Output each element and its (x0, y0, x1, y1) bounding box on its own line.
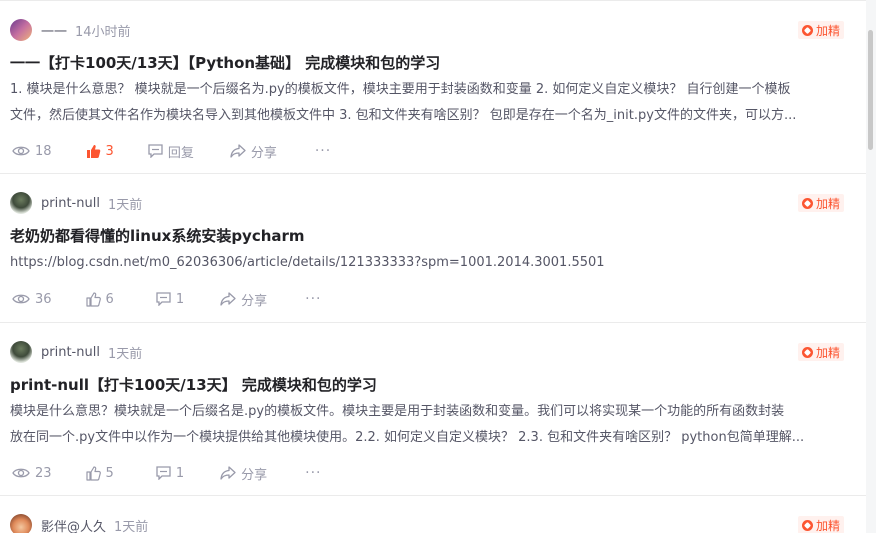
post-actions: 18 3 回复 分享 ··· (12, 141, 331, 161)
featured-icon (801, 519, 813, 531)
view-count: 36 (12, 292, 52, 307)
avatar[interactable] (10, 19, 32, 41)
post-item: print-null 1天前 加精 老奶奶都看得懂的linux系统安装pycha… (0, 174, 866, 323)
post-excerpt[interactable]: 模块是什么意思？模块就是一个后缀名是.py的模板文件。模块主要是用于封装函数和变… (10, 399, 856, 451)
featured-label: 加精 (815, 196, 840, 211)
comment-button[interactable]: 1 (156, 292, 184, 307)
view-count-value: 36 (35, 291, 52, 307)
view-count: 23 (12, 466, 52, 481)
share-button[interactable]: 分享 (230, 142, 277, 161)
post-meta: print-null 1天前 加精 (10, 191, 856, 215)
post-title[interactable]: 老奶奶都看得懂的linux系统安装pycharm (10, 225, 305, 247)
comment-count: 1 (175, 465, 185, 481)
like-count: 5 (105, 465, 114, 481)
featured-badge: 加精 (797, 343, 844, 361)
featured-label: 加精 (815, 23, 840, 38)
share-label: 分享 (241, 467, 268, 483)
like-button[interactable]: 5 (85, 465, 114, 481)
post-title[interactable]: print-null【打卡100天/13天】 完成模块和包的学习 (10, 374, 377, 396)
scrollbar[interactable] (868, 30, 873, 150)
view-count: 18 (12, 144, 52, 159)
post-item: print-null 1天前 加精 print-null【打卡100天/13天】… (0, 323, 866, 496)
post-meta: print-null 1天前 加精 (10, 340, 856, 364)
featured-icon (801, 346, 813, 358)
avatar[interactable] (10, 192, 32, 214)
post-meta: 影伴@人久 1天前 加精 (10, 513, 856, 533)
like-button[interactable]: 3 (86, 144, 114, 159)
excerpt-line: https://blog.csdn.net/m0_62036306/articl… (10, 255, 605, 270)
post-feed: 一一 14小时前 加精 一一【打卡100天/13天】【Python基础】 完成模… (0, 0, 866, 533)
excerpt-line: 模块是什么意思？模块就是一个后缀名是.py的模板文件。模块主要是用于封装函数和变… (10, 404, 785, 419)
post-excerpt[interactable]: https://blog.csdn.net/m0_62036306/articl… (10, 250, 856, 276)
like-count: 3 (105, 143, 114, 159)
author-name[interactable]: 一一 (41, 21, 67, 40)
author-name[interactable]: print-null (41, 345, 100, 360)
post-meta: 一一 14小时前 加精 (10, 18, 856, 42)
comment-icon (156, 292, 171, 306)
post-excerpt[interactable]: 1. 模块是什么意思？ 模块就是一个后缀名为.py的模板文件，模块主要用于封装函… (10, 77, 856, 129)
more-button[interactable]: ··· (305, 465, 321, 481)
post-time: 1天前 (107, 197, 143, 213)
avatar[interactable] (10, 341, 32, 363)
post-time: 1天前 (114, 519, 149, 533)
avatar[interactable] (10, 514, 32, 533)
post-item: 影伴@人久 1天前 加精 (0, 496, 866, 533)
featured-badge: 加精 (797, 516, 844, 533)
comment-count: 1 (175, 291, 185, 307)
like-count: 6 (105, 291, 114, 307)
share-button[interactable]: 分享 (220, 290, 267, 309)
thumbs-up-icon (85, 291, 101, 307)
share-icon (230, 144, 246, 158)
post-time: 14小时前 (75, 24, 131, 40)
author-name[interactable]: 影伴@人久 (41, 516, 106, 533)
featured-icon (801, 197, 813, 209)
featured-badge: 加精 (797, 194, 844, 212)
post-time: 1天前 (107, 346, 143, 362)
comment-icon (148, 144, 163, 158)
share-icon (220, 292, 236, 306)
reply-button[interactable]: 回复 (148, 142, 194, 161)
share-label: 分享 (250, 145, 277, 161)
author-name[interactable]: print-null (41, 196, 100, 211)
post-actions: 23 5 1 分享 ··· (12, 463, 321, 483)
eye-icon (12, 294, 30, 304)
view-count-value: 18 (35, 143, 52, 159)
post-actions: 36 6 1 分享 ··· (12, 289, 321, 309)
eye-icon (12, 468, 30, 478)
reply-label: 回复 (167, 145, 194, 161)
post-title[interactable]: 一一【打卡100天/13天】【Python基础】 完成模块和包的学习 (10, 52, 440, 74)
more-button[interactable]: ··· (315, 143, 331, 159)
eye-icon (12, 146, 30, 156)
share-label: 分享 (241, 293, 268, 309)
view-count-value: 23 (35, 465, 52, 481)
like-button[interactable]: 6 (85, 291, 114, 307)
excerpt-line: 1. 模块是什么意思？ 模块就是一个后缀名为.py的模板文件，模块主要用于封装函… (10, 82, 791, 97)
excerpt-line: 文件，然后使其文件名作为模块名导入到其他模板文件中 3. 包和文件夹有啥区别？ … (10, 108, 797, 123)
post-item: 一一 14小时前 加精 一一【打卡100天/13天】【Python基础】 完成模… (0, 1, 866, 174)
thumbs-up-icon (86, 144, 100, 158)
featured-label: 加精 (815, 345, 840, 360)
featured-label: 加精 (815, 518, 840, 533)
featured-badge: 加精 (797, 21, 844, 39)
share-button[interactable]: 分享 (220, 464, 267, 483)
more-button[interactable]: ··· (305, 291, 321, 307)
comment-icon (156, 466, 171, 480)
featured-icon (801, 24, 813, 36)
excerpt-line: 放在同一个.py文件中以作为一个模块提供给其他模块使用。2.2. 如何定义自定义… (10, 430, 805, 445)
thumbs-up-icon (85, 465, 101, 481)
comment-button[interactable]: 1 (156, 466, 184, 481)
share-icon (220, 466, 236, 480)
